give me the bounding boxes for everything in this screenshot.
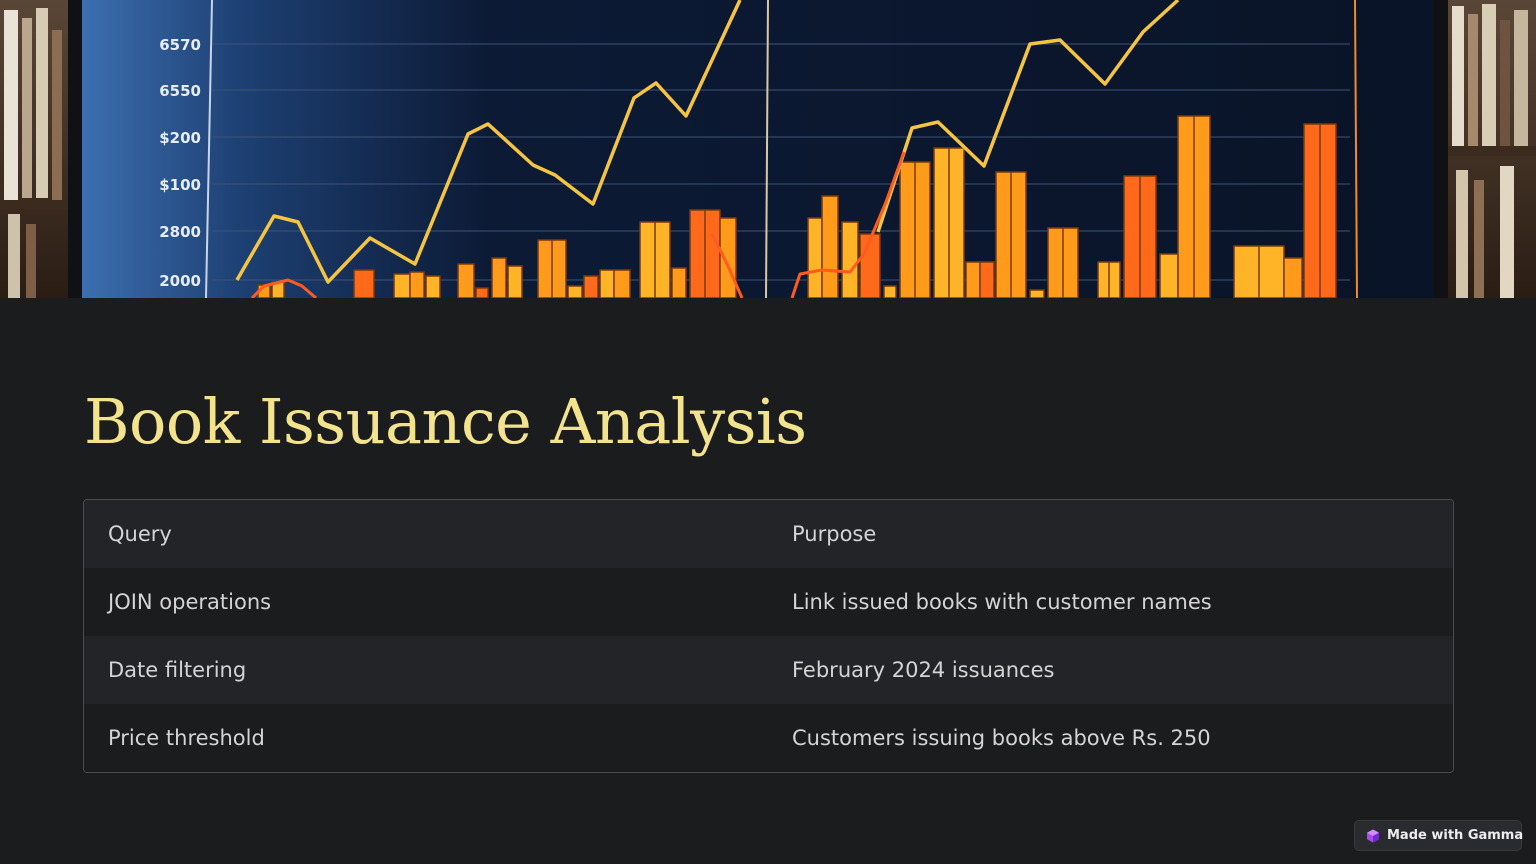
query-cell: JOIN operations [108,590,272,614]
hero-bar [979,261,995,298]
gamma-logo-icon [1366,829,1380,843]
hero-bar [599,269,615,298]
purpose-cell: February 2024 issuances [792,658,1055,682]
table-header-row: Query Purpose [84,500,1453,568]
query-cell: Price threshold [108,726,265,750]
hero-image: 6570 6550 $200 $100 2800 2000 [0,0,1536,298]
hero-y-tick-label: 2000 [159,272,201,290]
hero-bar [491,257,507,298]
hero-y-tick-label: $200 [159,129,201,147]
column-header-purpose: Purpose [792,522,877,546]
table-row: JOIN operations Link issued books with c… [84,568,1453,636]
hero-bar [1029,289,1045,298]
column-header-query: Query [108,522,172,546]
table-row: Date filtering February 2024 issuances [84,636,1453,704]
badge-label: Made with Gamma [1387,828,1524,843]
hero-bar [353,269,375,298]
hero-bar [841,221,859,298]
hero-y-tick-label: 2800 [159,223,201,241]
hero-bar [671,267,687,298]
slide: 6570 6550 $200 $100 2800 2000 Book Issuance A… [0,0,1536,864]
hero-bar [613,269,631,298]
hero-bar [475,287,489,298]
hero-bar [507,265,523,298]
hero-bar [883,285,897,298]
hero-bar [583,275,599,298]
page-title: Book Issuance Analysis [84,385,807,458]
hero-y-tick-label: 6570 [159,36,201,54]
hero-y-tick-label: 6550 [159,82,201,100]
monitor-screen [82,0,1434,298]
hero-bar [965,261,981,298]
hero-bar [457,263,475,298]
hero-bar [567,285,583,298]
table-row: Price threshold Customers issuing books … [84,704,1453,772]
hero-bar [807,217,823,298]
hero-chart-illustration: 6570 6550 $200 $100 2800 2000 [0,0,1536,298]
hero-y-tick-label: $100 [159,176,201,194]
hero-bar [425,275,441,298]
hero-bar [393,273,411,298]
hero-bar [1159,253,1179,298]
hero-bar [1283,257,1303,298]
purpose-cell: Link issued books with customer names [792,590,1212,614]
hero-bar [821,195,839,298]
made-with-gamma-badge[interactable]: Made with Gamma [1354,820,1524,851]
purpose-cell: Customers issuing books above Rs. 250 [792,726,1211,750]
query-cell: Date filtering [108,658,247,682]
hero-bar [409,271,425,298]
query-table: Query Purpose JOIN operations Link issue… [83,499,1454,773]
